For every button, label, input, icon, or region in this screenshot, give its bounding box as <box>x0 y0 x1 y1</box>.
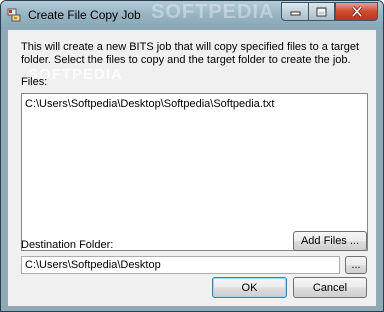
destination-folder-label: Destination Folder: <box>21 239 114 251</box>
dialog-window: Create File Copy Job SOFTPEDIA This will… <box>0 0 384 312</box>
close-icon <box>351 6 362 17</box>
browse-button[interactable]: ... <box>345 256 367 274</box>
watermark: SOFTPEDIA <box>151 1 275 23</box>
minimize-icon <box>290 11 300 15</box>
app-icon[interactable] <box>7 8 21 22</box>
maximize-button[interactable] <box>308 2 335 21</box>
ok-button[interactable]: OK <box>212 277 287 298</box>
dialog-body: This will create a new BITS job that wil… <box>8 30 376 306</box>
caption-buttons <box>281 2 378 21</box>
files-label: Files: <box>21 76 48 88</box>
close-button[interactable] <box>335 2 378 21</box>
title-bar[interactable]: Create File Copy Job SOFTPEDIA <box>1 1 383 29</box>
files-listbox[interactable]: C:\Users\Softpedia\Desktop\Softpedia\Sof… <box>21 93 368 251</box>
minimize-button[interactable] <box>281 2 308 21</box>
maximize-icon <box>316 7 327 16</box>
cancel-button[interactable]: Cancel <box>293 277 367 298</box>
window-title: Create File Copy Job <box>28 8 141 22</box>
list-item[interactable]: C:\Users\Softpedia\Desktop\Softpedia\Sof… <box>25 98 274 110</box>
add-files-button[interactable]: Add Files ... <box>293 231 367 251</box>
destination-folder-input[interactable]: C:\Users\Softpedia\Desktop <box>21 256 340 274</box>
